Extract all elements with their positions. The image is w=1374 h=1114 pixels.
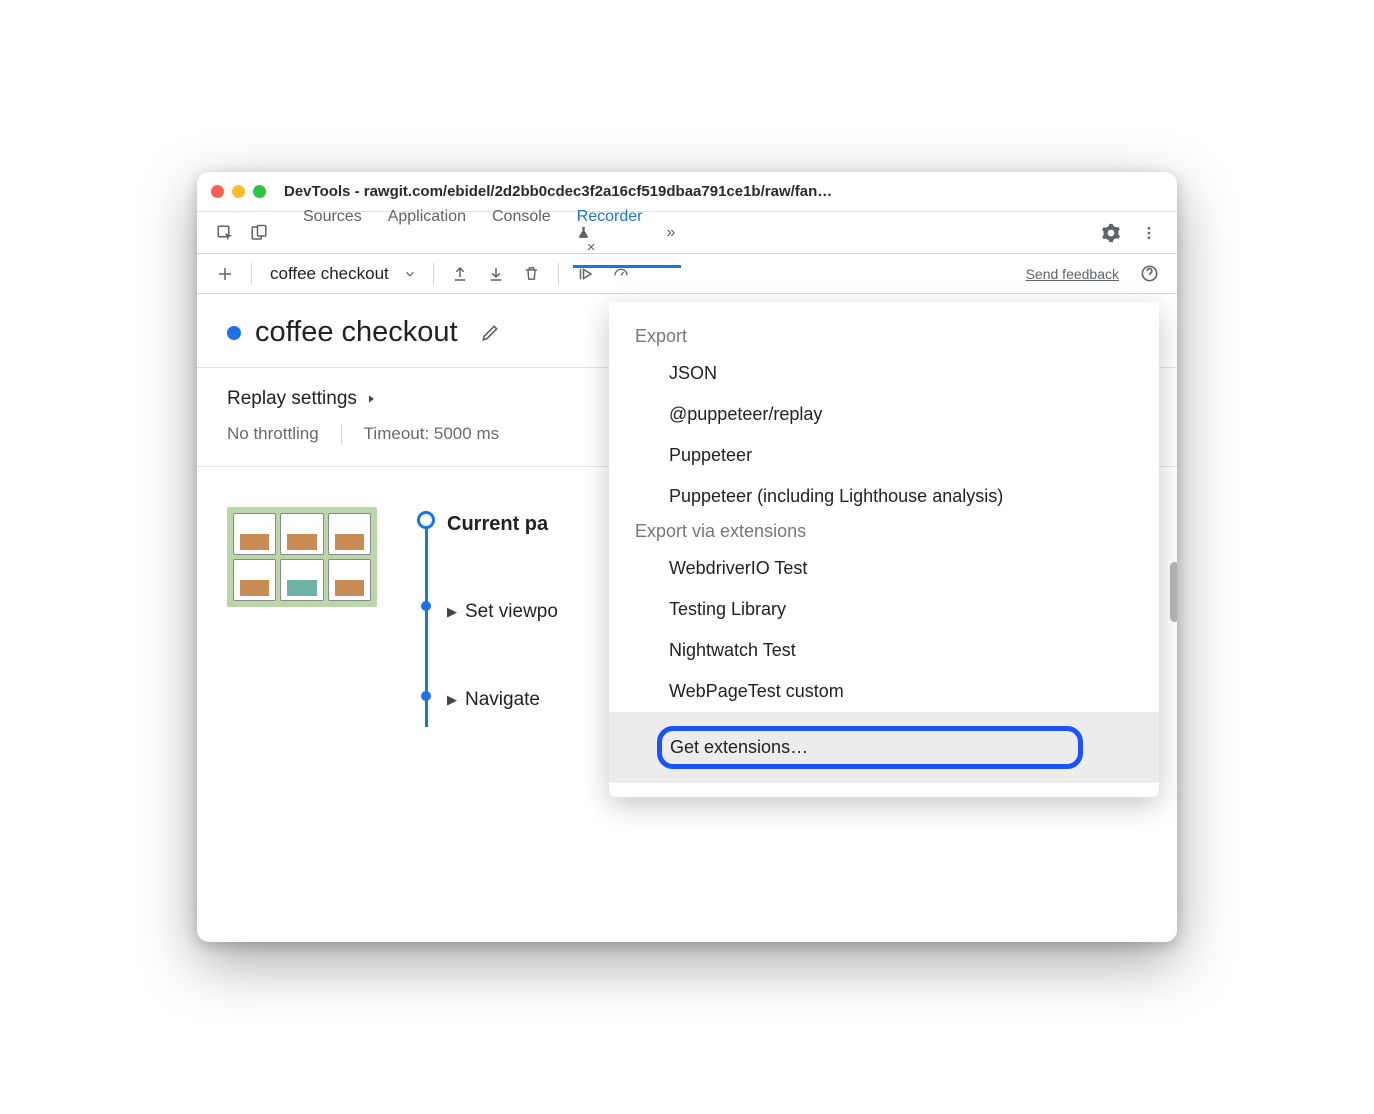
- page-thumbnail: [227, 507, 377, 607]
- minimize-window-button[interactable]: [232, 185, 245, 198]
- device-toolbar-icon[interactable]: [245, 219, 273, 247]
- export-item-webpagetest[interactable]: WebPageTest custom: [609, 671, 1159, 712]
- settings-gear-icon[interactable]: [1097, 219, 1125, 247]
- timeline-node-icon: [421, 601, 431, 611]
- zoom-window-button[interactable]: [253, 185, 266, 198]
- chevron-right-icon: ▶: [447, 604, 457, 620]
- kebab-menu-icon[interactable]: [1135, 219, 1163, 247]
- timeline-node-icon: [421, 691, 431, 701]
- help-icon[interactable]: [1135, 260, 1163, 288]
- chevron-right-icon: ▶: [447, 692, 457, 708]
- edit-title-icon[interactable]: [476, 319, 504, 347]
- tab-sources[interactable]: Sources: [303, 198, 362, 267]
- export-via-ext-label: Export via extensions: [609, 517, 1159, 548]
- chevron-down-icon[interactable]: [403, 267, 421, 281]
- add-recording-icon[interactable]: [211, 260, 239, 288]
- export-item-json[interactable]: JSON: [609, 353, 1159, 394]
- recording-title: coffee checkout: [255, 316, 458, 349]
- tab-application[interactable]: Application: [388, 198, 466, 267]
- timeout-value: Timeout: 5000 ms: [364, 424, 499, 444]
- export-item-testing-library[interactable]: Testing Library: [609, 589, 1159, 630]
- export-item-nightwatch[interactable]: Nightwatch Test: [609, 630, 1159, 671]
- status-dot-icon: [227, 326, 241, 340]
- traffic-lights: [211, 185, 266, 198]
- more-tabs-icon[interactable]: »: [667, 224, 676, 242]
- tabbar: Sources Application Console Recorder × »: [197, 212, 1177, 254]
- export-item-puppeteer-replay[interactable]: @puppeteer/replay: [609, 394, 1159, 435]
- export-item-get-extensions[interactable]: Get extensions…: [609, 712, 1159, 783]
- tab-console[interactable]: Console: [492, 198, 551, 267]
- devtools-window: DevTools - rawgit.com/ebidel/2d2bb0cdec3…: [197, 172, 1177, 942]
- close-icon[interactable]: ×: [587, 239, 596, 256]
- flask-icon: [577, 226, 647, 239]
- chevron-right-icon: [365, 393, 377, 405]
- export-section-label: Export: [609, 322, 1159, 353]
- inspect-icon[interactable]: [211, 219, 239, 247]
- export-menu: Export JSON @puppeteer/replay Puppeteer …: [609, 302, 1159, 797]
- throttling-value: No throttling: [227, 424, 319, 444]
- tab-recorder[interactable]: Recorder ×: [577, 198, 647, 267]
- export-item-puppeteer[interactable]: Puppeteer: [609, 435, 1159, 476]
- export-item-puppeteer-lighthouse[interactable]: Puppeteer (including Lighthouse analysis…: [609, 476, 1159, 517]
- scrollbar-thumb[interactable]: [1170, 562, 1177, 622]
- export-item-webdriverio[interactable]: WebdriverIO Test: [609, 548, 1159, 589]
- close-window-button[interactable]: [211, 185, 224, 198]
- send-feedback-link[interactable]: Send feedback: [1026, 266, 1119, 282]
- panel-tabs: Sources Application Console Recorder ×: [303, 198, 647, 267]
- timeline-node-icon: [417, 511, 435, 529]
